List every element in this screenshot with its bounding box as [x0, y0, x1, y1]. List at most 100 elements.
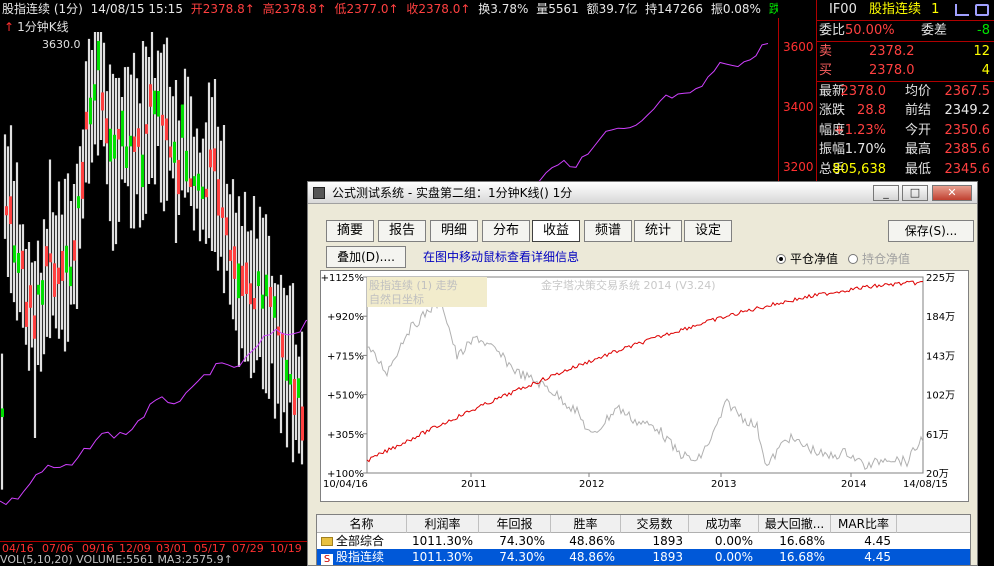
- table-row[interactable]: 全部综合 1011.30% 74.30% 48.86% 1893 0.00% 1…: [317, 533, 970, 549]
- app-icon: [313, 187, 325, 199]
- quote-row-bid: 买 2378.0 4: [819, 63, 990, 78]
- candle-body: [189, 178, 192, 187]
- tab-report[interactable]: 报告: [378, 220, 426, 242]
- candle-body: [237, 263, 240, 299]
- contract-code: IF00: [829, 2, 857, 17]
- candle-body: [85, 111, 88, 130]
- candle-body: [153, 90, 156, 115]
- right-axis-tick: 184万: [926, 312, 955, 323]
- candle-body: [297, 378, 300, 398]
- candle-body: [89, 97, 92, 125]
- candle-body: [129, 135, 132, 147]
- high-price: 高2378.8↑: [262, 2, 327, 16]
- maximize-button[interactable]: □: [902, 185, 928, 201]
- candle-body: [241, 265, 244, 296]
- tab-spectrum[interactable]: 频谱: [584, 220, 632, 242]
- candle-body: [205, 188, 208, 198]
- signal-icon[interactable]: [955, 4, 969, 16]
- radio-hold-equity[interactable]: 持仓净值: [848, 250, 910, 267]
- amplitude-value: 振0.08%: [710, 2, 761, 16]
- tab-summary[interactable]: 摘要: [326, 220, 374, 242]
- quote-row-ratio: 委比 50.00% 委差 -8: [819, 23, 990, 38]
- candle-body: [289, 374, 292, 385]
- tab-profit[interactable]: 收益: [532, 220, 580, 242]
- candle-body: [157, 90, 160, 117]
- candle-body: [209, 149, 212, 168]
- right-axis-tick: 102万: [926, 391, 955, 402]
- candle-body: [109, 128, 112, 162]
- radio-close-equity[interactable]: 平仓净值: [776, 250, 838, 267]
- candle-body: [225, 217, 228, 236]
- candle-body: [181, 104, 184, 138]
- price-tick: 3200: [783, 160, 814, 174]
- chart-watermark: 金字塔决策交易系统 2014 (V3.24): [541, 278, 716, 292]
- candle-body: [197, 173, 200, 191]
- radio-empty-icon: [848, 254, 858, 264]
- results-table: 名称 利润率 年回报 胜率 交易数 成功率 最大回撤... MAR比率 全部综合…: [316, 514, 971, 565]
- candle-body: [105, 118, 108, 144]
- col-drawdown[interactable]: 最大回撤...: [759, 515, 831, 533]
- page-number: 1: [931, 2, 940, 17]
- dialog-titlebar[interactable]: 公式测试系统 - 实盘第二组：1分钟K线() 1分 _ □ ✕: [308, 182, 977, 204]
- symbol-label: 股指连续 (1分): [2, 2, 83, 16]
- tab-statistics[interactable]: 统计: [634, 220, 682, 242]
- x-axis-tick: 2013: [711, 479, 736, 490]
- tab-settings[interactable]: 设定: [684, 220, 732, 242]
- left-axis-tick: +305%: [327, 430, 364, 441]
- candle-body: [77, 196, 80, 209]
- amount-value: 额39.7亿: [586, 2, 638, 16]
- candle-body: [217, 179, 220, 216]
- volume-indicator-label: VOL(5,10,20) VOLUME:5561 MA3:2575.9↑: [0, 554, 233, 566]
- candle-body: [13, 245, 16, 263]
- formula-test-dialog[interactable]: 公式测试系统 - 实盘第二组：1分钟K线() 1分 _ □ ✕ 摘要 报告 明细…: [307, 181, 978, 566]
- col-trades[interactable]: 交易数: [621, 515, 689, 533]
- open-price: 开2378.8↑: [190, 2, 255, 16]
- low-price: 低2377.0↑: [334, 2, 399, 16]
- candle-body: [177, 159, 180, 195]
- col-mar[interactable]: MAR比率: [831, 515, 897, 533]
- equity-chart-panel[interactable]: 股指连续 (1) 走势 自然日坐标 金字塔决策交易系统 2014 (V3.24)…: [320, 270, 969, 502]
- candle-body: [293, 378, 296, 415]
- tools-icon[interactable]: [975, 4, 989, 16]
- candle-body: [265, 274, 268, 297]
- folder-icon: [321, 537, 333, 546]
- col-name[interactable]: 名称: [317, 515, 407, 533]
- equity-chart[interactable]: 股指连续 (1) 走势 自然日坐标 金字塔决策交易系统 2014 (V3.24)…: [321, 271, 968, 501]
- col-success[interactable]: 成功率: [689, 515, 759, 533]
- legend-series-label: 股指连续 (1) 走势: [369, 278, 458, 292]
- volume-value: 量5561: [536, 2, 579, 16]
- price-trend-line: [366, 297, 924, 471]
- candle-body: [169, 146, 172, 158]
- contract-name: 股指连续: [869, 2, 922, 17]
- col-profit[interactable]: 利润率: [407, 515, 479, 533]
- candle-body: [301, 406, 304, 441]
- candle-body: [29, 285, 32, 308]
- col-winrate[interactable]: 胜率: [551, 515, 621, 533]
- quote-panel-header: IF00 股指连续 1: [817, 0, 994, 20]
- tab-distribution[interactable]: 分布: [482, 220, 530, 242]
- right-axis-tick: 61万: [926, 430, 949, 441]
- quote-info-bar: 股指连续 (1分) 14/08/15 15:15 开2378.8↑ 高2378.…: [0, 0, 778, 19]
- save-button[interactable]: 保存(S)...: [888, 220, 974, 242]
- candle-body: [201, 186, 204, 199]
- quote-row-ask: 卖 2378.2 12: [819, 43, 990, 59]
- tab-detail[interactable]: 明细: [430, 220, 478, 242]
- candle-body: [33, 315, 36, 339]
- hint-text: 在图中移动鼠标查看详细信息: [423, 250, 580, 264]
- x-axis-tick: 2011: [461, 479, 486, 490]
- minimize-button[interactable]: _: [873, 185, 899, 201]
- date-axis: 04/16 07/06 09/16 12/09 03/01 05/17 07/2…: [0, 541, 310, 555]
- radio-selected-icon: [776, 254, 786, 264]
- candle-body: [257, 271, 260, 287]
- close-button[interactable]: ✕: [932, 185, 972, 201]
- table-row[interactable]: S 股指连续 1011.30% 74.30% 48.86% 1893 0.00% …: [317, 549, 970, 565]
- quote-row-pct: 幅度 +1.23% 今开 2350.6: [819, 122, 990, 138]
- candle-body: [273, 296, 276, 318]
- overlay-button[interactable]: 叠加(D)....: [326, 246, 406, 268]
- candle-body: [65, 245, 68, 273]
- col-annual[interactable]: 年回报: [479, 515, 551, 533]
- candle-body: [229, 249, 232, 261]
- candle-body: [245, 262, 248, 294]
- holdings-value: 持147266: [645, 2, 703, 16]
- left-axis-tick: +1125%: [321, 273, 364, 284]
